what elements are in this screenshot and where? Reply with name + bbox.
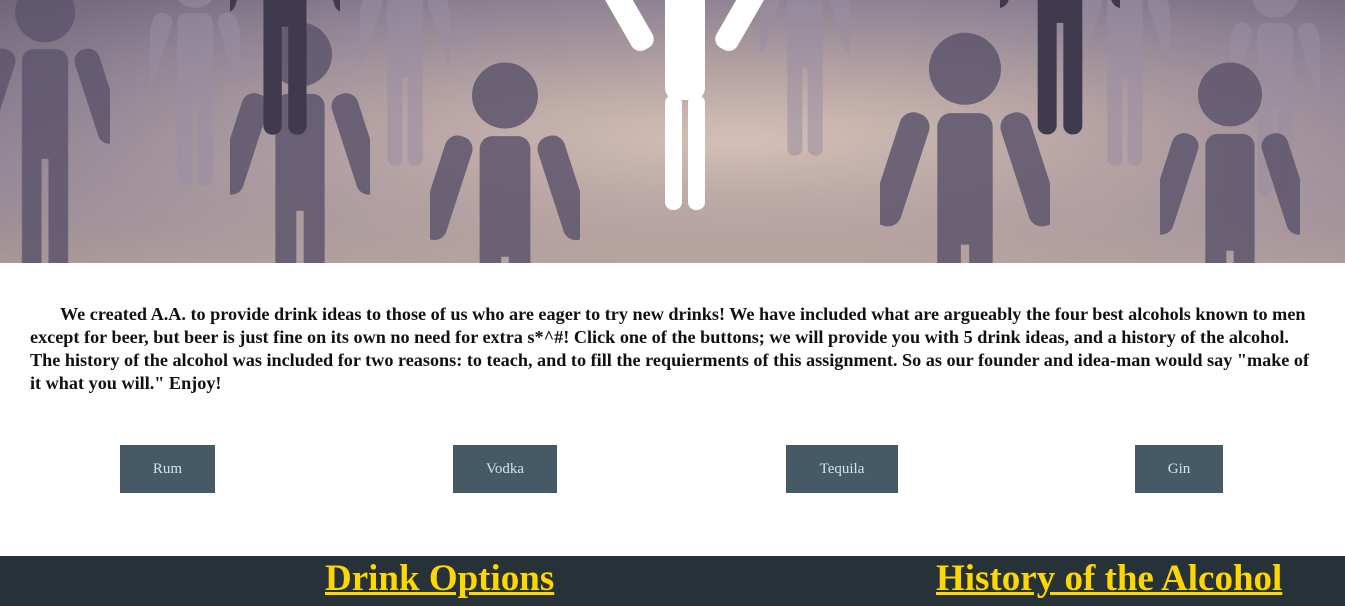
vodka-button[interactable]: Vodka (453, 445, 557, 493)
footer-nav: Drink Options History of the Alcohol (0, 556, 1345, 606)
drink-options-link[interactable]: Drink Options (325, 557, 554, 601)
history-of-alcohol-link[interactable]: History of the Alcohol (936, 557, 1282, 601)
hero-illustration (0, 0, 1345, 263)
gin-button[interactable]: Gin (1135, 445, 1223, 493)
rum-button[interactable]: Rum (120, 445, 215, 493)
hero-image (0, 0, 1345, 263)
page: We created A.A. to provide drink ideas t… (0, 0, 1345, 606)
tequila-button[interactable]: Tequila (786, 445, 898, 493)
intro-paragraph: We created A.A. to provide drink ideas t… (30, 304, 1310, 393)
